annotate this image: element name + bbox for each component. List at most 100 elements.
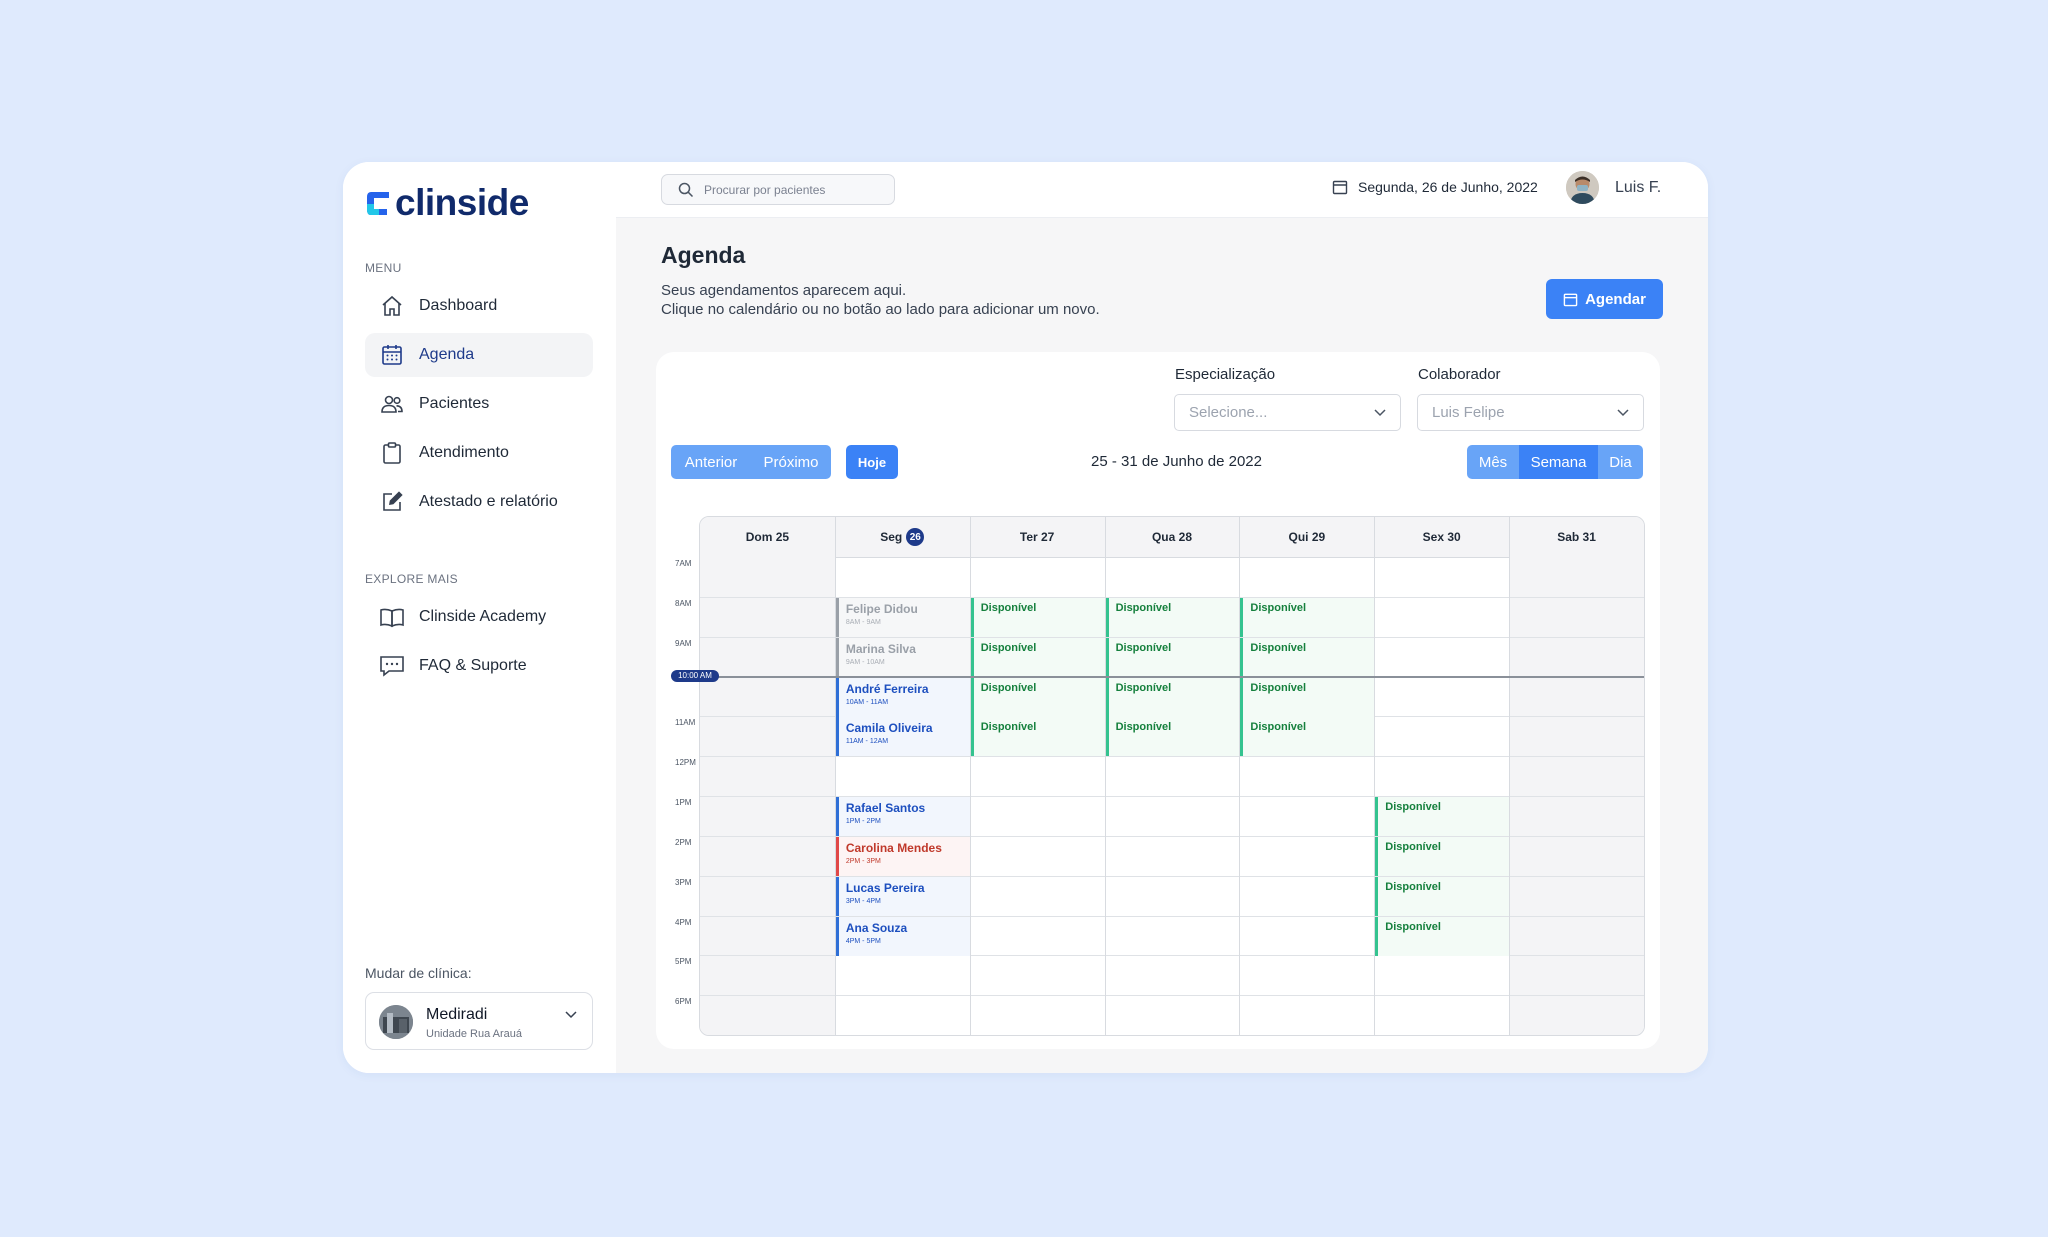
current-time-line <box>700 675 1644 678</box>
calendar-header: Dom 25 Seg 26 Ter 27 Qua 28 Qui 29 Sex 30 Sab 3… <box>700 517 1644 558</box>
event-time: 8AM - 9AM <box>845 618 881 626</box>
event-title: Disponível <box>1250 601 1307 614</box>
event-time: 10AM - 11AM <box>845 698 889 706</box>
event-title: Disponível <box>1250 681 1307 694</box>
sidebar-item-pacientes[interactable]: Pacientes <box>365 382 593 426</box>
sidebar-item-agenda[interactable]: Agenda <box>365 333 593 377</box>
day-header[interactable]: Sab 31 <box>1509 517 1644 557</box>
day-header[interactable]: Sex 30 <box>1374 517 1509 557</box>
sidebar-item-label: Atestado e relatório <box>419 493 558 510</box>
search-input[interactable] <box>702 181 886 198</box>
current-date: Segunda, 26 de Junho, 2022 <box>1332 179 1538 195</box>
user-avatar <box>1566 171 1599 204</box>
chevron-down-icon <box>1373 408 1387 417</box>
schedule-button[interactable]: Agendar <box>1546 279 1663 319</box>
day-gridline <box>1374 517 1376 1035</box>
collaborator-value: Luis Felipe <box>1432 404 1505 421</box>
available-slot[interactable]: Disponível <box>1240 597 1375 637</box>
day-header[interactable]: Qui 29 <box>1239 517 1374 557</box>
hour-label: 11AM <box>675 718 696 728</box>
appointment-event[interactable]: Camila Oliveira 11AM - 12AM <box>835 717 970 757</box>
available-slot[interactable]: Disponível <box>1240 637 1375 677</box>
hour-label: 12PM <box>675 758 696 768</box>
event-title: André Ferreira <box>845 681 929 696</box>
clinic-name: Mediradi <box>426 1006 488 1023</box>
user-menu[interactable]: Luis F. <box>1566 171 1661 204</box>
sidebar-item-label: FAQ & Suporte <box>419 657 527 674</box>
view-switcher: Mês Semana Dia <box>1467 445 1643 479</box>
day-header-label: Qua 28 <box>1151 530 1192 544</box>
day-header[interactable]: Seg 26 <box>835 517 970 557</box>
view-month-button[interactable]: Mês <box>1467 445 1519 479</box>
event-title: Ana Souza <box>845 920 908 935</box>
collaborator-select[interactable]: Luis Felipe <box>1417 394 1644 431</box>
next-button[interactable]: Próximo <box>751 445 831 479</box>
sidebar: clinside MENU Dashboard Agenda Pacientes… <box>343 162 617 1073</box>
appointment-event[interactable]: Marina Silva 9AM - 10AM <box>835 637 970 677</box>
available-slot[interactable]: Disponível <box>1240 717 1375 757</box>
brand-name: clinside <box>395 182 529 223</box>
clinside-logo-icon <box>367 192 389 215</box>
available-slot[interactable]: Disponível <box>1105 677 1240 717</box>
sidebar-item-label: Dashboard <box>419 297 498 314</box>
day-header[interactable]: Ter 27 <box>970 517 1105 557</box>
view-week-button[interactable]: Semana <box>1519 445 1598 479</box>
hour-label: 9AM <box>675 638 692 648</box>
available-slot[interactable]: Disponível <box>970 677 1105 717</box>
clinic-switch-label: Mudar de clínica: <box>365 965 472 981</box>
clinic-unit: Unidade Rua Arauá <box>426 1028 523 1040</box>
available-slot[interactable]: Disponível <box>1105 717 1240 757</box>
sidebar-item-faq[interactable]: FAQ & Suporte <box>365 644 593 688</box>
appointment-event[interactable]: Lucas Pereira 3PM - 4PM <box>835 876 970 916</box>
available-slot[interactable]: Disponível <box>970 717 1105 757</box>
available-slot[interactable]: Disponível <box>970 637 1105 677</box>
week-calendar[interactable]: Dom 25 Seg 26 Ter 27 Qua 28 Qui 29 Sex 30 Sab 3… <box>699 516 1645 1036</box>
event-title: Disponível <box>980 681 1037 694</box>
page-title: Agenda <box>661 242 746 268</box>
event-title: Felipe Didou <box>845 601 918 616</box>
prev-next-group: Anterior Próximo <box>671 445 831 479</box>
appointment-event[interactable]: André Ferreira 10AM - 11AM <box>835 677 970 717</box>
available-slot[interactable]: Disponível <box>1375 916 1510 956</box>
search-box[interactable] <box>661 174 895 205</box>
appointment-event[interactable]: Felipe Didou 8AM - 9AM <box>835 597 970 637</box>
sidebar-item-atestado[interactable]: Atestado e relatório <box>365 480 593 524</box>
sidebar-item-academy[interactable]: Clinside Academy <box>365 595 593 639</box>
day-header[interactable]: Qua 28 <box>1105 517 1240 557</box>
calendar-card: Especialização Selecione... Colaborador … <box>656 352 1660 1049</box>
available-slot[interactable]: Disponível <box>1375 797 1510 836</box>
appointment-event[interactable]: Carolina Mendes 2PM - 3PM <box>835 836 970 876</box>
appointment-event[interactable]: Ana Souza 4PM - 5PM <box>835 916 970 956</box>
available-slot[interactable]: Disponível <box>1375 836 1510 876</box>
event-title: Disponível <box>1115 601 1172 614</box>
edit-document-icon <box>379 489 405 515</box>
sidebar-item-atendimento[interactable]: Atendimento <box>365 431 593 475</box>
available-slot[interactable]: Disponível <box>1375 876 1510 916</box>
appointment-event[interactable]: Rafael Santos 1PM - 2PM <box>835 797 970 836</box>
specialization-select[interactable]: Selecione... <box>1174 394 1401 431</box>
day-header-label: Seg <box>880 530 903 544</box>
view-day-button[interactable]: Dia <box>1598 445 1643 479</box>
calendar-grid-icon <box>379 342 405 368</box>
day-header[interactable]: Dom 25 <box>700 517 835 557</box>
specialization-label: Especialização <box>1175 366 1276 383</box>
clinside-logo[interactable]: clinside <box>365 180 529 226</box>
clipboard-icon <box>379 440 405 466</box>
available-slot[interactable]: Disponível <box>970 597 1105 637</box>
hour-label: 3PM <box>675 877 692 887</box>
today-badge: 26 <box>906 528 925 546</box>
day-gridline <box>1104 517 1106 1035</box>
available-slot[interactable]: Disponível <box>1105 637 1240 677</box>
event-title: Disponível <box>1115 641 1172 654</box>
event-title: Disponível <box>980 601 1037 614</box>
available-slot[interactable]: Disponível <box>1240 677 1375 717</box>
clinic-switcher[interactable]: Mediradi Unidade Rua Arauá <box>365 992 593 1050</box>
sidebar-item-dashboard[interactable]: Dashboard <box>365 284 593 328</box>
available-slot[interactable]: Disponível <box>1105 597 1240 637</box>
event-time: 11AM - 12AM <box>845 738 889 746</box>
prev-button[interactable]: Anterior <box>671 445 751 479</box>
today-button[interactable]: Hoje <box>846 445 898 479</box>
page-description-line2: Clique no calendário ou no botão ao lado… <box>661 301 1100 318</box>
event-title: Disponível <box>980 641 1037 654</box>
event-title: Disponível <box>1115 721 1172 734</box>
